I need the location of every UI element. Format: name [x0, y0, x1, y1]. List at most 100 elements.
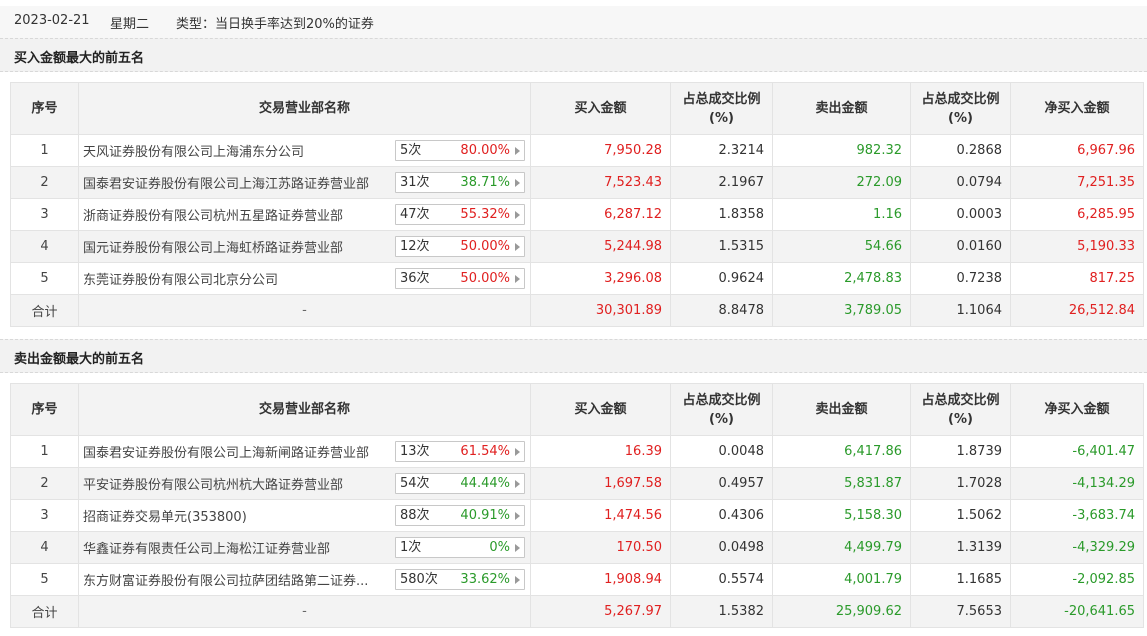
buy-ratio: 0.4306	[670, 499, 773, 532]
buy-amount: 1,697.58	[530, 467, 671, 500]
buy-top5-section-title: 买入金额最大的前五名	[0, 38, 1147, 72]
broker-name-link[interactable]: 招商证券交易单元(353800)	[83, 506, 391, 525]
table-row: 4 华鑫证券有限责任公司上海松江证券营业部 1次 0% 170.50 0.0498 4,49…	[10, 531, 1144, 564]
sell-amount: 4,001.79	[772, 563, 911, 596]
col-header-net: 净买入金额	[1010, 82, 1144, 135]
broker-name-link[interactable]: 浙商证券股份有限公司杭州五星路证券营业部	[83, 205, 391, 224]
broker-cell: 东方财富证券股份有限公司拉萨团结路第二证券... 580次 33.62%	[78, 563, 531, 596]
sell-amount: 1.16	[772, 198, 911, 231]
sell-ratio: 1.5062	[910, 499, 1011, 532]
broker-cell: 国元证券股份有限公司上海虹桥路证券营业部 12次 50.00%	[78, 230, 531, 263]
sell-ratio: 0.0003	[910, 198, 1011, 231]
sell-ratio: 1.3139	[910, 531, 1011, 564]
net-amount: -2,092.85	[1010, 563, 1144, 596]
info-bar: 2023-02-21 星期二 类型：当日换手率达到20%的证券	[0, 0, 1147, 38]
net-amount: -4,134.29	[1010, 467, 1144, 500]
broker-stats-button[interactable]: 5次 80.00%	[395, 140, 525, 161]
total-label: 合计	[10, 595, 79, 628]
broker-name-link[interactable]: 平安证券股份有限公司杭州杭大路证券营业部	[83, 474, 391, 493]
broker-stats-button[interactable]: 36次 50.00%	[395, 268, 525, 289]
sell-top5-section-title: 卖出金额最大的前五名	[0, 339, 1147, 373]
broker-name-link[interactable]: 国元证券股份有限公司上海虹桥路证券营业部	[83, 237, 391, 256]
win-rate: 61.54%	[460, 444, 510, 459]
listing-count: 31次	[400, 175, 430, 190]
triangle-right-icon	[515, 147, 520, 155]
total-sell-ratio: 7.5653	[910, 595, 1011, 628]
row-index: 4	[10, 230, 79, 263]
row-index: 2	[10, 166, 79, 199]
sell-ratio: 0.2868	[910, 134, 1011, 167]
win-rate: 40.91%	[460, 508, 510, 523]
col-header-buy-ratio: 占总成交比例(%)	[670, 383, 773, 436]
broker-name-link[interactable]: 东莞证券股份有限公司北京分公司	[83, 269, 391, 288]
buy-amount: 7,950.28	[530, 134, 671, 167]
broker-name-link[interactable]: 华鑫证券有限责任公司上海松江证券营业部	[83, 538, 391, 557]
net-amount: -6,401.47	[1010, 435, 1144, 468]
broker-stats-button[interactable]: 47次 55.32%	[395, 204, 525, 225]
broker-cell: 东莞证券股份有限公司北京分公司 36次 50.00%	[78, 262, 531, 295]
buy-amount: 3,296.08	[530, 262, 671, 295]
win-rate: 44.44%	[460, 476, 510, 491]
broker-cell: 华鑫证券有限责任公司上海松江证券营业部 1次 0%	[78, 531, 531, 564]
total-sell-amount: 25,909.62	[772, 595, 911, 628]
sell-top5-table: 序号 交易营业部名称 买入金额 占总成交比例(%) 卖出金额 占总成交比例(%)…	[10, 383, 1144, 628]
row-index: 5	[10, 563, 79, 596]
table-row: 4 国元证券股份有限公司上海虹桥路证券营业部 12次 50.00% 5,244.98 1.…	[10, 230, 1144, 263]
table-row: 1 国泰君安证券股份有限公司上海新闸路证券营业部 13次 61.54% 16.39 0.0…	[10, 435, 1144, 468]
buy-amount: 1,474.56	[530, 499, 671, 532]
sell-amount: 5,158.30	[772, 499, 911, 532]
col-header-name: 交易营业部名称	[78, 82, 531, 135]
broker-cell: 浙商证券股份有限公司杭州五星路证券营业部 47次 55.32%	[78, 198, 531, 231]
broker-name-link[interactable]: 天风证券股份有限公司上海浦东分公司	[83, 141, 391, 160]
listing-count: 36次	[400, 271, 430, 286]
row-index: 1	[10, 134, 79, 167]
triangle-right-icon	[515, 179, 520, 187]
broker-stats-button[interactable]: 1次 0%	[395, 537, 525, 558]
buy-amount: 16.39	[530, 435, 671, 468]
table-row: 2 国泰君安证券股份有限公司上海江苏路证券营业部 31次 38.71% 7,523.43…	[10, 166, 1144, 199]
row-index: 2	[10, 467, 79, 500]
list-type: 类型：当日换手率达到20%的证券	[176, 17, 374, 32]
trade-date: 2023-02-21	[14, 13, 90, 28]
col-header-sell: 卖出金额	[772, 383, 911, 436]
broker-stats-button[interactable]: 13次 61.54%	[395, 441, 525, 462]
broker-name-link[interactable]: 国泰君安证券股份有限公司上海江苏路证券营业部	[83, 173, 391, 192]
total-row: 合计 -30,301.89 8.8478 3,789.05 1.1064 26,512.8…	[10, 294, 1144, 327]
buy-amount: 1,908.94	[530, 563, 671, 596]
listing-count: 1次	[400, 540, 422, 555]
broker-stats-button[interactable]: 580次 33.62%	[395, 569, 525, 590]
total-buy-amount: 5,267.97	[530, 595, 671, 628]
total-net-amount: -20,641.65	[1010, 595, 1144, 628]
sell-amount: 4,499.79	[772, 531, 911, 564]
buy-ratio: 0.0048	[670, 435, 773, 468]
sell-ratio: 1.1685	[910, 563, 1011, 596]
broker-stats-button[interactable]: 31次 38.71%	[395, 172, 525, 193]
listing-count: 580次	[400, 572, 438, 587]
buy-ratio: 1.8358	[670, 198, 773, 231]
broker-name-link[interactable]: 东方财富证券股份有限公司拉萨团结路第二证券...	[83, 570, 391, 589]
total-sell-ratio: 1.1064	[910, 294, 1011, 327]
table-row: 1 天风证券股份有限公司上海浦东分公司 5次 80.00% 7,950.28 2.3214…	[10, 134, 1144, 167]
net-amount: -4,329.29	[1010, 531, 1144, 564]
broker-stats-button[interactable]: 88次 40.91%	[395, 505, 525, 526]
triangle-right-icon	[515, 448, 520, 456]
net-amount: 5,190.33	[1010, 230, 1144, 263]
broker-name-link[interactable]: 国泰君安证券股份有限公司上海新闸路证券营业部	[83, 442, 391, 461]
row-index: 4	[10, 531, 79, 564]
sell-amount: 272.09	[772, 166, 911, 199]
win-rate: 33.62%	[460, 572, 510, 587]
net-amount: -3,683.74	[1010, 499, 1144, 532]
table-row: 5 东莞证券股份有限公司北京分公司 36次 50.00% 3,296.08 0.9624 2…	[10, 262, 1144, 295]
net-amount: 6,285.95	[1010, 198, 1144, 231]
sell-ratio: 1.7028	[910, 467, 1011, 500]
total-net-amount: 26,512.84	[1010, 294, 1144, 327]
broker-stats-button[interactable]: 54次 44.44%	[395, 473, 525, 494]
listing-count: 88次	[400, 508, 430, 523]
win-rate: 55.32%	[460, 207, 510, 222]
broker-cell: 国泰君安证券股份有限公司上海江苏路证券营业部 31次 38.71%	[78, 166, 531, 199]
col-header-buy: 买入金额	[530, 383, 671, 436]
row-index: 3	[10, 198, 79, 231]
broker-stats-button[interactable]: 12次 50.00%	[395, 236, 525, 257]
buy-amount: 170.50	[530, 531, 671, 564]
listing-count: 5次	[400, 143, 422, 158]
